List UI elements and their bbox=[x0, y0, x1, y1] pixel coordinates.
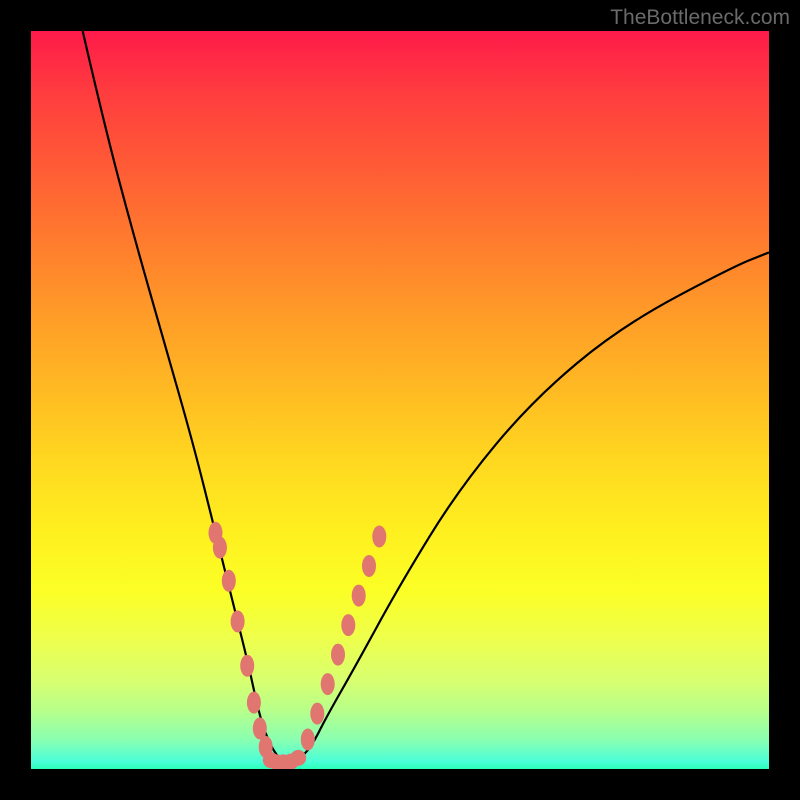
plot-area bbox=[31, 31, 769, 769]
bottleneck-curve bbox=[83, 31, 769, 762]
scatter-bottom bbox=[263, 750, 306, 769]
scatter-right-branch bbox=[301, 526, 387, 751]
watermark-text: TheBottleneck.com bbox=[610, 6, 790, 30]
chart-svg bbox=[31, 31, 769, 769]
scatter-left-branch bbox=[209, 522, 273, 758]
